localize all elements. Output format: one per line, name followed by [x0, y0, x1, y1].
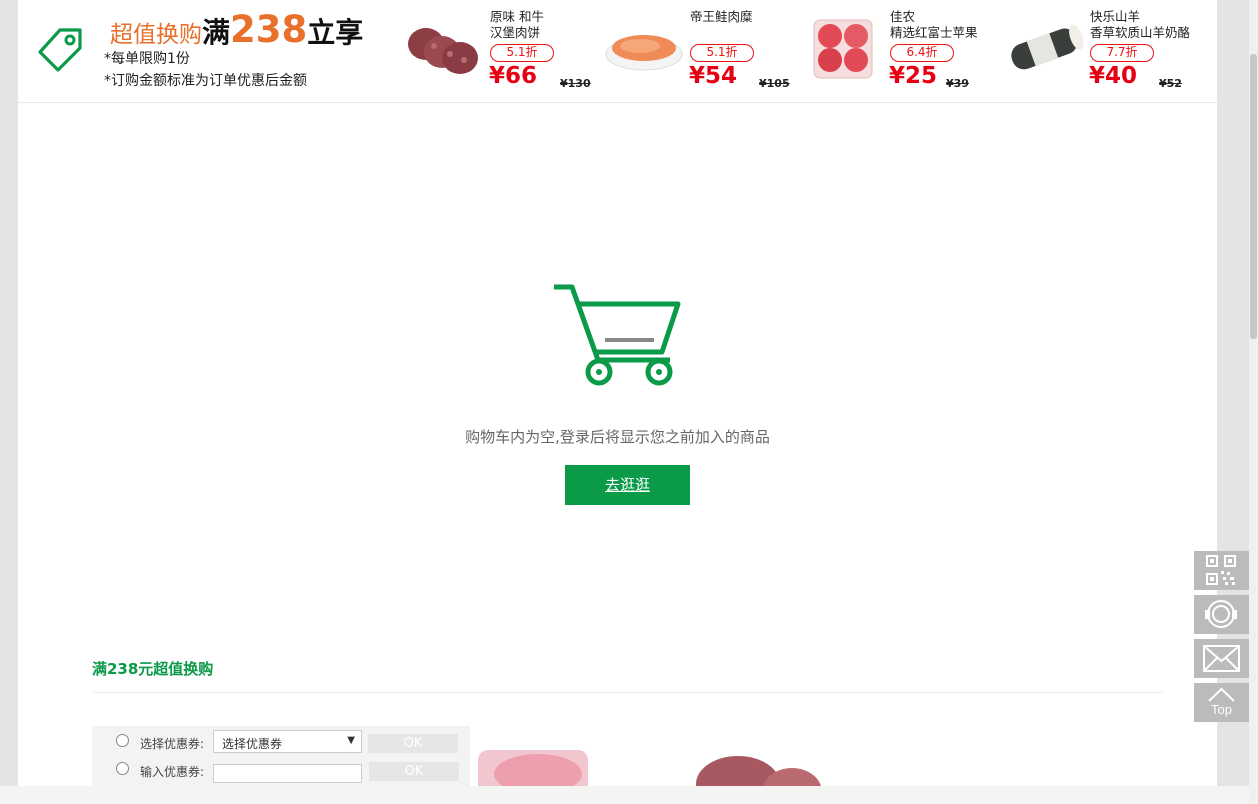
promo-product-card[interactable]: 帝王鲑肉糜 5.1折 ¥54 ¥105	[604, 0, 804, 100]
product-name: 快乐山羊 香草软质山羊奶酪	[1090, 9, 1191, 40]
goat-cheese-image	[1011, 24, 1084, 70]
coupon-input-label: 输入优惠券:	[140, 765, 205, 779]
back-to-top-button[interactable]: Top	[1194, 683, 1249, 722]
promo-product-card[interactable]: 原味 和牛 汉堡肉饼 5.1折 ¥66 ¥130	[404, 0, 604, 100]
promo-product-card[interactable]: 佳农 精选红富士苹果 6.4折 ¥25 ¥39	[804, 0, 1004, 100]
promo-product-card[interactable]: 快乐山羊 香草软质山羊奶酪 7.7折 ¥40 ¥52	[1004, 0, 1204, 100]
product-original-price: ¥52	[1159, 77, 1182, 90]
product-price: ¥66	[489, 63, 538, 89]
promo-title-part-b: 满	[202, 16, 231, 49]
go-shopping-button[interactable]: 去逛逛	[565, 465, 690, 505]
scrollbar-thumb[interactable]	[1250, 54, 1257, 339]
chevron-down-icon: ▼	[347, 735, 355, 746]
coupon-select-label: 选择优惠券:	[140, 737, 205, 751]
promo-note-limit: *每单限购1份	[104, 51, 190, 67]
price-tag-icon	[38, 28, 82, 72]
product-original-price: ¥130	[560, 77, 591, 90]
product-discount-badge: 5.1折	[490, 44, 554, 62]
burger-patty-image	[408, 28, 478, 74]
promo-title: 超值换购满238立享	[110, 8, 363, 51]
product-original-price: ¥105	[759, 77, 790, 90]
coupon-input-radio[interactable]	[116, 762, 129, 775]
mail-icon	[1203, 645, 1240, 672]
product-name: 帝王鲑肉糜	[690, 9, 753, 24]
coupon-select-ok-button[interactable]: OK	[368, 734, 458, 753]
coupon-input-row: 输入优惠券: OK	[92, 756, 470, 783]
coupon-select-radio[interactable]	[116, 734, 129, 747]
bottom-bar	[0, 786, 1258, 804]
section-title: 满238元超值换购	[92, 660, 214, 678]
message-button[interactable]	[1194, 639, 1249, 678]
section-divider	[92, 692, 1164, 693]
page-scrollbar[interactable]	[1249, 0, 1258, 804]
qr-code-icon	[1206, 555, 1236, 585]
product-original-price: ¥39	[946, 77, 969, 90]
product-name: 佳农 精选红富士苹果	[890, 9, 978, 40]
headset-icon	[1205, 600, 1237, 628]
coupon-select-row: 选择优惠券: 选择优惠券 ▼ OK	[92, 728, 470, 753]
promo-note-standard: *订购金额标准为订单优惠后金额	[104, 73, 307, 89]
empty-cart-message: 购物车内为空,登录后将显示您之前加入的商品	[465, 428, 770, 446]
coupon-select-dropdown[interactable]: 选择优惠券 ▼	[213, 730, 362, 753]
promo-banner: 超值换购满238立享 *每单限购1份 *订购金额标准为订单优惠后金额 原味 和牛…	[18, 0, 1217, 103]
product-name: 原味 和牛 汉堡肉饼	[490, 9, 544, 40]
salmon-mince-image	[605, 35, 683, 71]
product-discount-badge: 7.7折	[1090, 44, 1154, 62]
promo-title-part-a: 超值换购	[110, 22, 202, 48]
product-price: ¥40	[1089, 63, 1138, 89]
qr-code-button[interactable]	[1194, 551, 1249, 590]
coupon-code-input[interactable]	[213, 764, 362, 783]
promo-title-part-c: 立享	[307, 16, 364, 49]
coupon-select-value: 选择优惠券	[222, 737, 283, 751]
coupon-input-ok-button[interactable]: OK	[369, 762, 459, 781]
back-to-top-label: Top	[1211, 702, 1232, 717]
page-container: 超值换购满238立享 *每单限购1份 *订购金额标准为订单优惠后金额 原味 和牛…	[18, 0, 1217, 804]
product-price: ¥25	[889, 63, 938, 89]
promo-title-amount: 238	[230, 8, 308, 51]
product-price: ¥54	[689, 63, 738, 89]
customer-service-button[interactable]	[1194, 595, 1249, 634]
shopping-cart-icon	[554, 284, 681, 386]
product-discount-badge: 6.4折	[890, 44, 954, 62]
apple-box-image	[813, 19, 873, 79]
product-discount-badge: 5.1折	[690, 44, 754, 62]
